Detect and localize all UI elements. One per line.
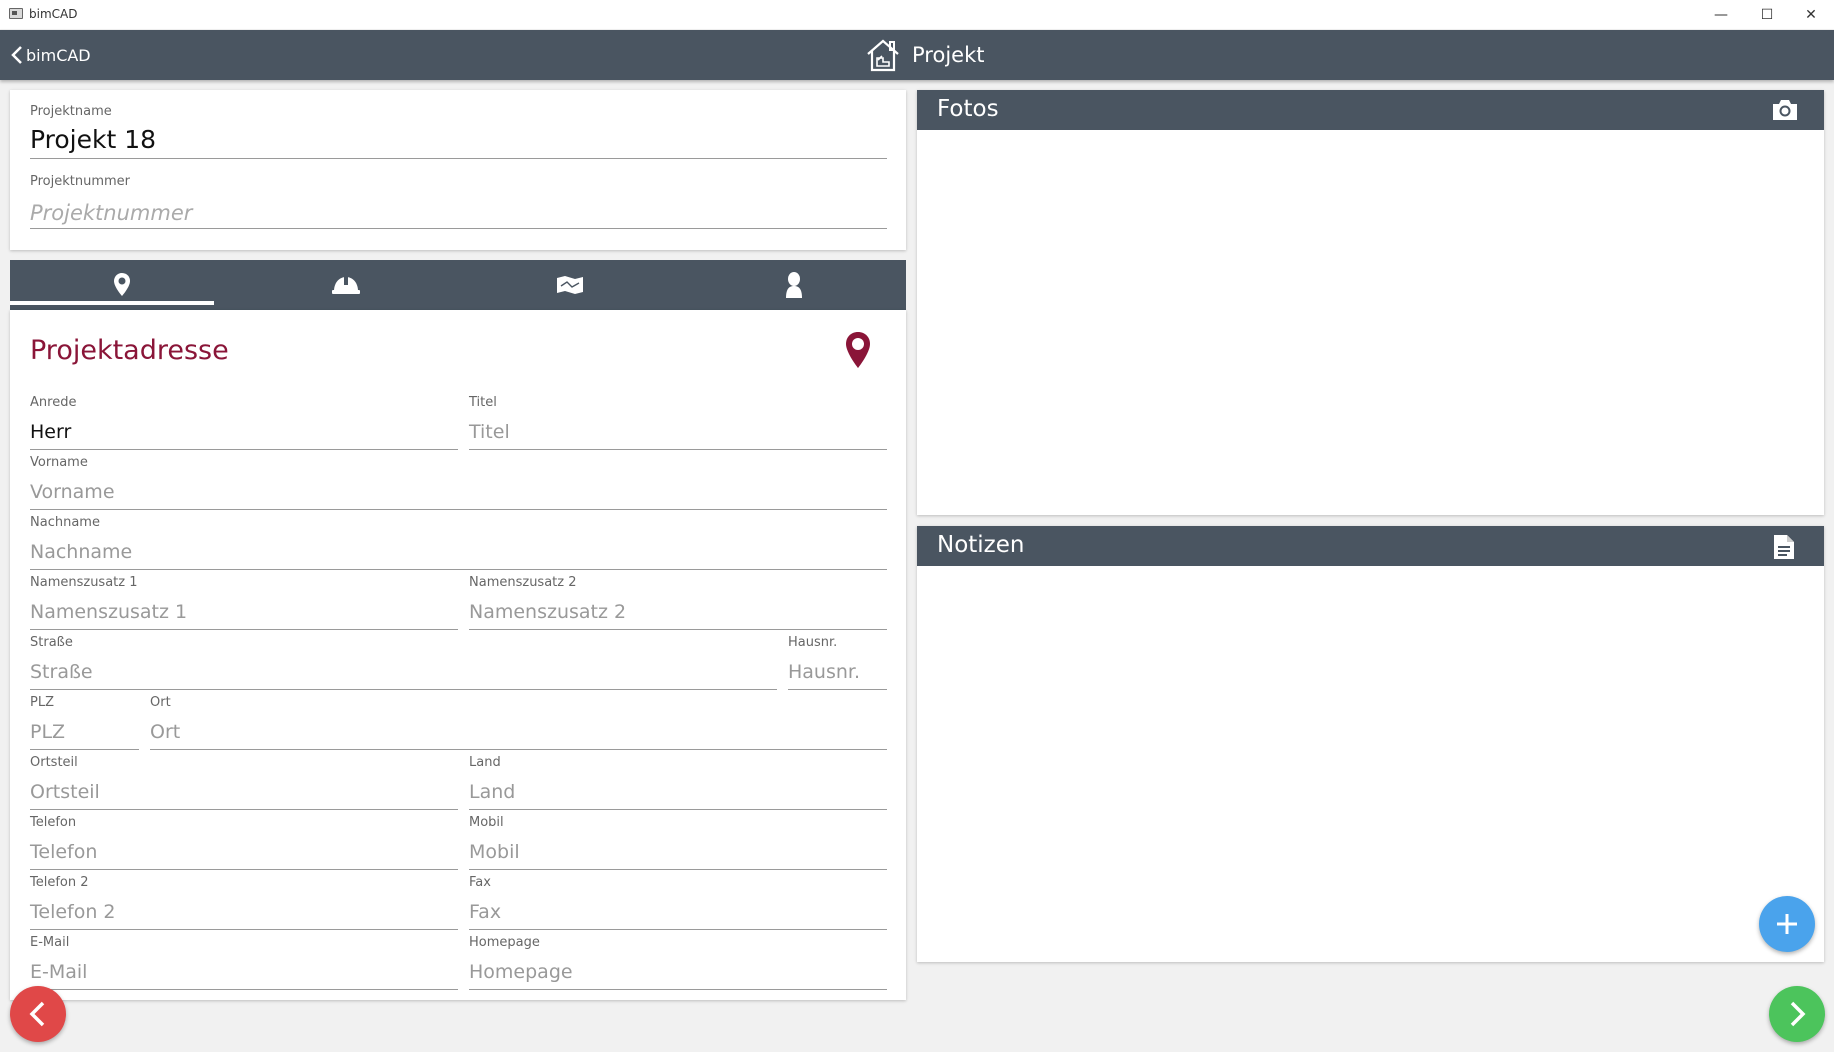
ortsteil-label: Ortsteil xyxy=(30,755,78,770)
mobil-label: Mobil xyxy=(469,815,504,830)
namenszusatz1-label: Namenszusatz 1 xyxy=(30,575,138,590)
nachname-input[interactable]: Nachname xyxy=(30,541,132,563)
telefon-underline xyxy=(30,869,458,870)
chevron-left-icon xyxy=(11,46,22,64)
person-icon xyxy=(786,272,802,298)
notizen-header: Notizen xyxy=(917,526,1824,566)
app-icon xyxy=(9,8,23,19)
minimize-button[interactable]: — xyxy=(1698,0,1744,29)
back-label: bimCAD xyxy=(26,45,91,65)
document-icon[interactable] xyxy=(1772,533,1796,567)
land-input[interactable]: Land xyxy=(469,781,515,803)
house-icon xyxy=(867,39,899,72)
camera-icon[interactable] xyxy=(1770,97,1800,129)
fotos-header: Fotos xyxy=(917,90,1824,130)
map-icon xyxy=(557,276,583,294)
land-label: Land xyxy=(469,755,501,770)
hausnr-label: Hausnr. xyxy=(788,635,838,650)
ort-underline xyxy=(150,749,887,750)
ortsteil-underline xyxy=(30,809,458,810)
project-number-label: Projektnummer xyxy=(30,174,131,189)
email-label: E-Mail xyxy=(30,935,70,950)
page-title: Projekt xyxy=(864,36,984,74)
hausnr-input[interactable]: Hausnr. xyxy=(788,661,860,683)
fax-input[interactable]: Fax xyxy=(469,901,501,923)
hard-hat-icon xyxy=(332,276,360,294)
anrede-label: Anrede xyxy=(30,395,77,410)
tab-selected-indicator xyxy=(10,301,214,305)
ort-label: Ort xyxy=(150,695,171,710)
hausnr-underline xyxy=(788,689,887,690)
plus-icon xyxy=(1777,914,1797,934)
tab-map[interactable] xyxy=(468,260,672,310)
section-title: Projektadresse xyxy=(30,335,229,366)
namenszusatz1-input[interactable]: Namenszusatz 1 xyxy=(30,601,187,623)
project-name-underline xyxy=(30,158,887,159)
maximize-button[interactable]: ☐ xyxy=(1744,0,1790,29)
add-note-button[interactable] xyxy=(1759,896,1815,952)
address-card xyxy=(10,310,906,1000)
back-button[interactable]: bimCAD xyxy=(10,43,91,67)
telefon2-input[interactable]: Telefon 2 xyxy=(30,901,116,923)
close-button[interactable]: ✕ xyxy=(1788,0,1834,29)
mobil-input[interactable]: Mobil xyxy=(469,841,520,863)
next-button[interactable] xyxy=(1769,986,1825,1042)
previous-button[interactable] xyxy=(10,986,66,1042)
notizen-title: Notizen xyxy=(937,532,1025,558)
project-number-underline xyxy=(30,228,887,229)
strasse-label: Straße xyxy=(30,635,73,650)
vorname-underline xyxy=(30,509,887,510)
namenszusatz2-label: Namenszusatz 2 xyxy=(469,575,577,590)
email-input[interactable]: E-Mail xyxy=(30,961,87,983)
plz-input[interactable]: PLZ xyxy=(30,721,65,743)
project-number-input[interactable]: Projektnummer xyxy=(30,201,192,225)
tab-construction[interactable] xyxy=(244,260,448,310)
anrede-input[interactable]: Herr xyxy=(30,421,71,443)
telefon2-underline xyxy=(30,929,458,930)
vorname-label: Vorname xyxy=(30,455,88,470)
location-pin-icon xyxy=(846,332,870,368)
app-header: bimCAD Projekt xyxy=(0,30,1834,80)
fotos-panel xyxy=(917,90,1824,515)
anrede-underline xyxy=(30,449,458,450)
strasse-input[interactable]: Straße xyxy=(30,661,93,683)
plz-underline xyxy=(30,749,139,750)
project-name-input[interactable]: Projekt 18 xyxy=(30,125,156,154)
fax-label: Fax xyxy=(469,875,491,890)
telefon-label: Telefon xyxy=(30,815,77,830)
namenszusatz2-input[interactable]: Namenszusatz 2 xyxy=(469,601,626,623)
plz-label: PLZ xyxy=(30,695,54,710)
vorname-input[interactable]: Vorname xyxy=(30,481,115,503)
project-name-label: Projektname xyxy=(30,104,112,119)
strasse-underline xyxy=(30,689,777,690)
location-pin-icon xyxy=(114,273,130,296)
homepage-underline xyxy=(469,989,887,990)
land-underline xyxy=(469,809,887,810)
nachname-label: Nachname xyxy=(30,515,100,530)
chevron-right-icon xyxy=(1790,1001,1806,1027)
titel-underline xyxy=(469,449,887,450)
ort-input[interactable]: Ort xyxy=(150,721,180,743)
telefon-input[interactable]: Telefon xyxy=(30,841,97,863)
notizen-panel xyxy=(917,526,1824,962)
homepage-label: Homepage xyxy=(469,935,540,950)
namenszusatz2-underline xyxy=(469,629,887,630)
homepage-input[interactable]: Homepage xyxy=(469,961,573,983)
project-card: Projektname Projekt 18 Projektnummer Pro… xyxy=(10,90,906,250)
titel-label: Titel xyxy=(469,395,497,410)
telefon2-label: Telefon 2 xyxy=(30,875,89,890)
fotos-title: Fotos xyxy=(937,96,999,122)
fax-underline xyxy=(469,929,887,930)
titel-input[interactable]: Titel xyxy=(469,421,510,443)
nachname-underline xyxy=(30,569,887,570)
mobil-underline xyxy=(469,869,887,870)
email-underline xyxy=(30,989,458,990)
window-titlebar: bimCAD — ☐ ✕ xyxy=(0,0,1834,29)
page-title-text: Projekt xyxy=(912,43,985,67)
tab-contact[interactable] xyxy=(692,260,896,310)
chevron-left-icon xyxy=(29,1001,45,1027)
ortsteil-input[interactable]: Ortsteil xyxy=(30,781,100,803)
window-title: bimCAD xyxy=(29,7,78,21)
namenszusatz1-underline xyxy=(30,629,458,630)
